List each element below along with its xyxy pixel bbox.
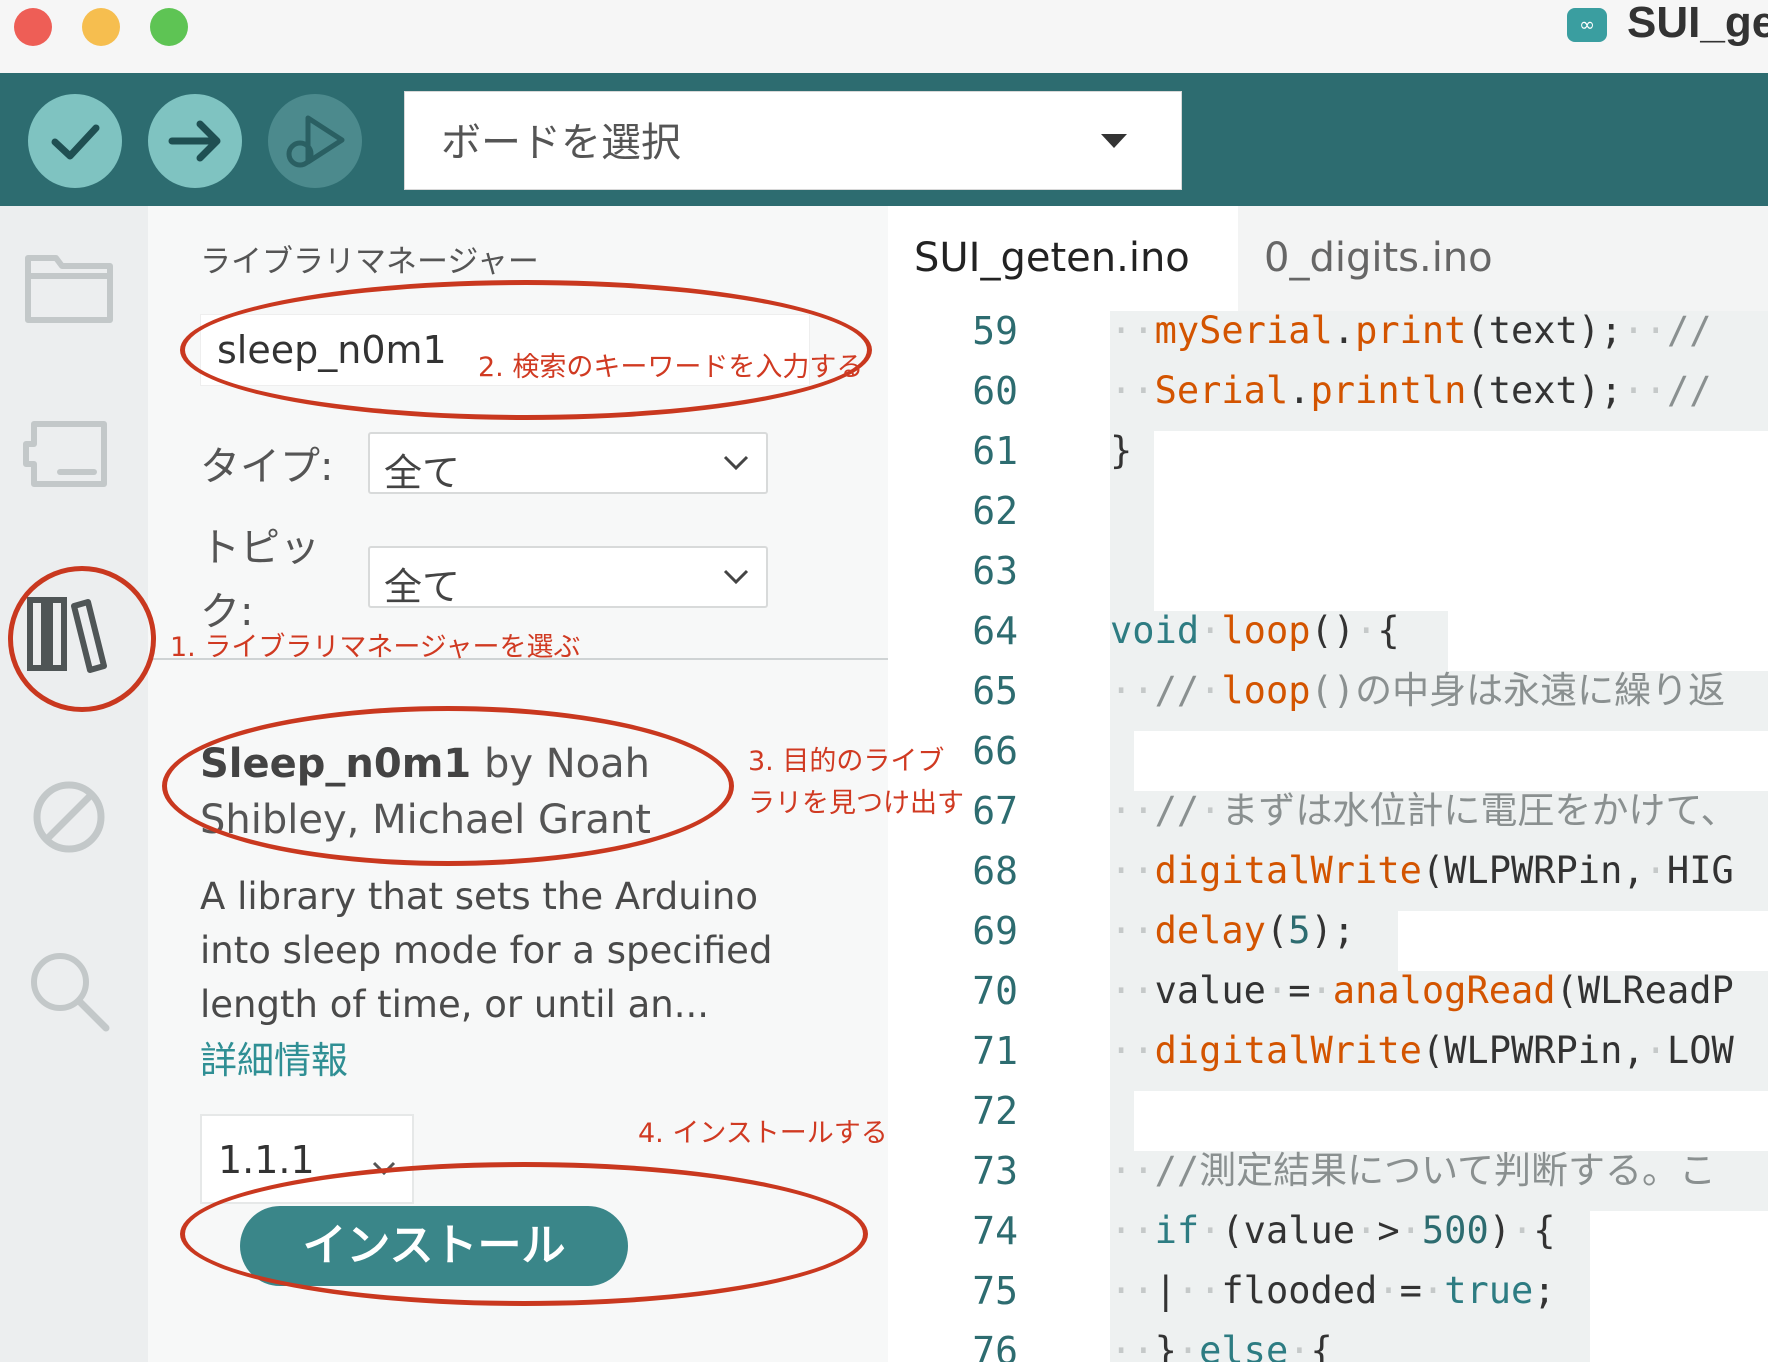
- upload-button[interactable]: [148, 94, 242, 188]
- line-number: 71: [972, 1029, 1018, 1073]
- type-filter-value: 全て: [384, 451, 461, 495]
- verify-button[interactable]: [28, 94, 122, 188]
- line-number: 64: [972, 609, 1018, 653]
- code-line: ··//·まずは水位計に電圧をかけて、: [1110, 789, 1738, 832]
- line-number: 69: [972, 909, 1018, 953]
- library-icon[interactable]: [20, 586, 118, 684]
- code-line: ··Serial.println(text);··//: [1110, 369, 1712, 412]
- annotation-step1: 1. ライブラリマネージャーを選ぶ: [170, 632, 581, 663]
- annotation-step2: 2. 検索のキーワードを入力する: [478, 352, 864, 383]
- code-line: ··mySerial.print(text);··//: [1110, 311, 1712, 352]
- search-icon[interactable]: [20, 942, 118, 1040]
- tab-0-digits[interactable]: 0_digits.ino: [1238, 206, 1528, 311]
- code-line: ··if·(value·>·500)·{: [1110, 1209, 1556, 1252]
- line-number: 62: [972, 489, 1018, 533]
- type-filter-select[interactable]: 全て: [368, 432, 768, 495]
- panel-title: ライブラリマネージャー: [200, 244, 539, 280]
- library-result-name: Sleep_n0m1: [200, 741, 472, 787]
- topic-filter-label: トピッ ク:: [200, 525, 320, 635]
- chevron-down-icon: [723, 569, 749, 585]
- more-info-link[interactable]: 詳細情報: [200, 1030, 348, 1084]
- line-number: 70: [972, 969, 1018, 1013]
- line-number: 75: [972, 1269, 1018, 1313]
- type-filter-label: タイプ:: [200, 444, 334, 490]
- code-editor[interactable]: 59 60 61 62 63 64 65 66 67 68 69 70 71 72 73 74 75 76 ··m…: [888, 311, 1768, 1362]
- line-number: 63: [972, 549, 1018, 593]
- arduino-app-icon: ∞: [1567, 8, 1607, 42]
- annotation-step3-line2: ラリを見つけ出す: [748, 788, 964, 819]
- code-line: ··digitalWrite(WLPWRPin,·HIG: [1110, 849, 1734, 892]
- sidebar: [0, 206, 148, 1362]
- folder-icon[interactable]: [20, 234, 118, 332]
- version-select[interactable]: 1.1.1: [200, 1114, 414, 1204]
- toolbar: ボードを選択: [0, 73, 1768, 206]
- chevron-down-icon: [723, 455, 749, 471]
- code-line: }: [1110, 429, 1133, 472]
- topic-filter-value: 全て: [384, 565, 461, 609]
- code-line: void·loop()·{: [1110, 609, 1400, 652]
- annotation-step3-line1: 3. 目的のライブ: [748, 746, 945, 777]
- topic-filter-select[interactable]: 全て: [368, 546, 768, 609]
- title-bar: ∞ SUI_ge: [0, 0, 1768, 73]
- editor-tabs: SUI_geten.ino 0_digits.ino: [888, 206, 1768, 311]
- code-line: ··}·else·{: [1110, 1329, 1333, 1362]
- tab-sui-geten[interactable]: SUI_geten.ino: [888, 206, 1238, 311]
- line-number-gutter: 59 60 61 62 63 64 65 66 67 68 69 70 71 72 73 74 75 76: [888, 311, 1018, 1362]
- debug-button[interactable]: [268, 94, 362, 188]
- no-entry-icon[interactable]: [20, 768, 118, 866]
- line-number: 72: [972, 1089, 1018, 1133]
- code-line: ··|··flooded·=·true;: [1110, 1269, 1556, 1312]
- annotation-step4: 4. インストールする: [638, 1118, 888, 1149]
- minimize-window-button[interactable]: [82, 8, 120, 46]
- line-number: 59: [972, 311, 1018, 353]
- install-button[interactable]: インストール: [240, 1206, 628, 1286]
- line-number: 74: [972, 1209, 1018, 1253]
- debug-icon: [286, 115, 345, 168]
- maximize-window-button[interactable]: [150, 8, 188, 46]
- line-number: 73: [972, 1149, 1018, 1193]
- version-value: 1.1.1: [218, 1138, 315, 1182]
- chevron-down-icon: [1101, 134, 1127, 148]
- library-result-title: Sleep_n0m1 by Noah Shibley, Michael Gran…: [200, 736, 700, 848]
- code-line: ··//測定結果について判断する。こ: [1110, 1149, 1717, 1192]
- line-number: 60: [972, 369, 1018, 413]
- line-number: 76: [972, 1329, 1018, 1362]
- line-number: 65: [972, 669, 1018, 713]
- close-window-button[interactable]: [14, 8, 52, 46]
- arrow-right-icon: [168, 120, 221, 162]
- library-result-description: A library that sets the Arduino into sle…: [200, 875, 773, 1026]
- code-line: ··digitalWrite(WLPWRPin,·LOW: [1110, 1029, 1734, 1072]
- board-select-label: ボードを選択: [441, 120, 681, 166]
- code-line: ··value·=·analogRead(WLReadP: [1110, 969, 1734, 1012]
- check-icon: [51, 124, 100, 160]
- line-number: 61: [972, 429, 1018, 473]
- board-select-dropdown[interactable]: ボードを選択: [404, 91, 1182, 190]
- chevron-down-icon: [372, 1161, 396, 1176]
- board-icon[interactable]: [20, 406, 118, 504]
- window-title: SUI_ge: [1627, 0, 1768, 47]
- line-number: 68: [972, 849, 1018, 893]
- code-line: ··//·loop()の中身は永遠に繰り返: [1110, 669, 1726, 712]
- code-line: ··delay(5);: [1110, 909, 1356, 952]
